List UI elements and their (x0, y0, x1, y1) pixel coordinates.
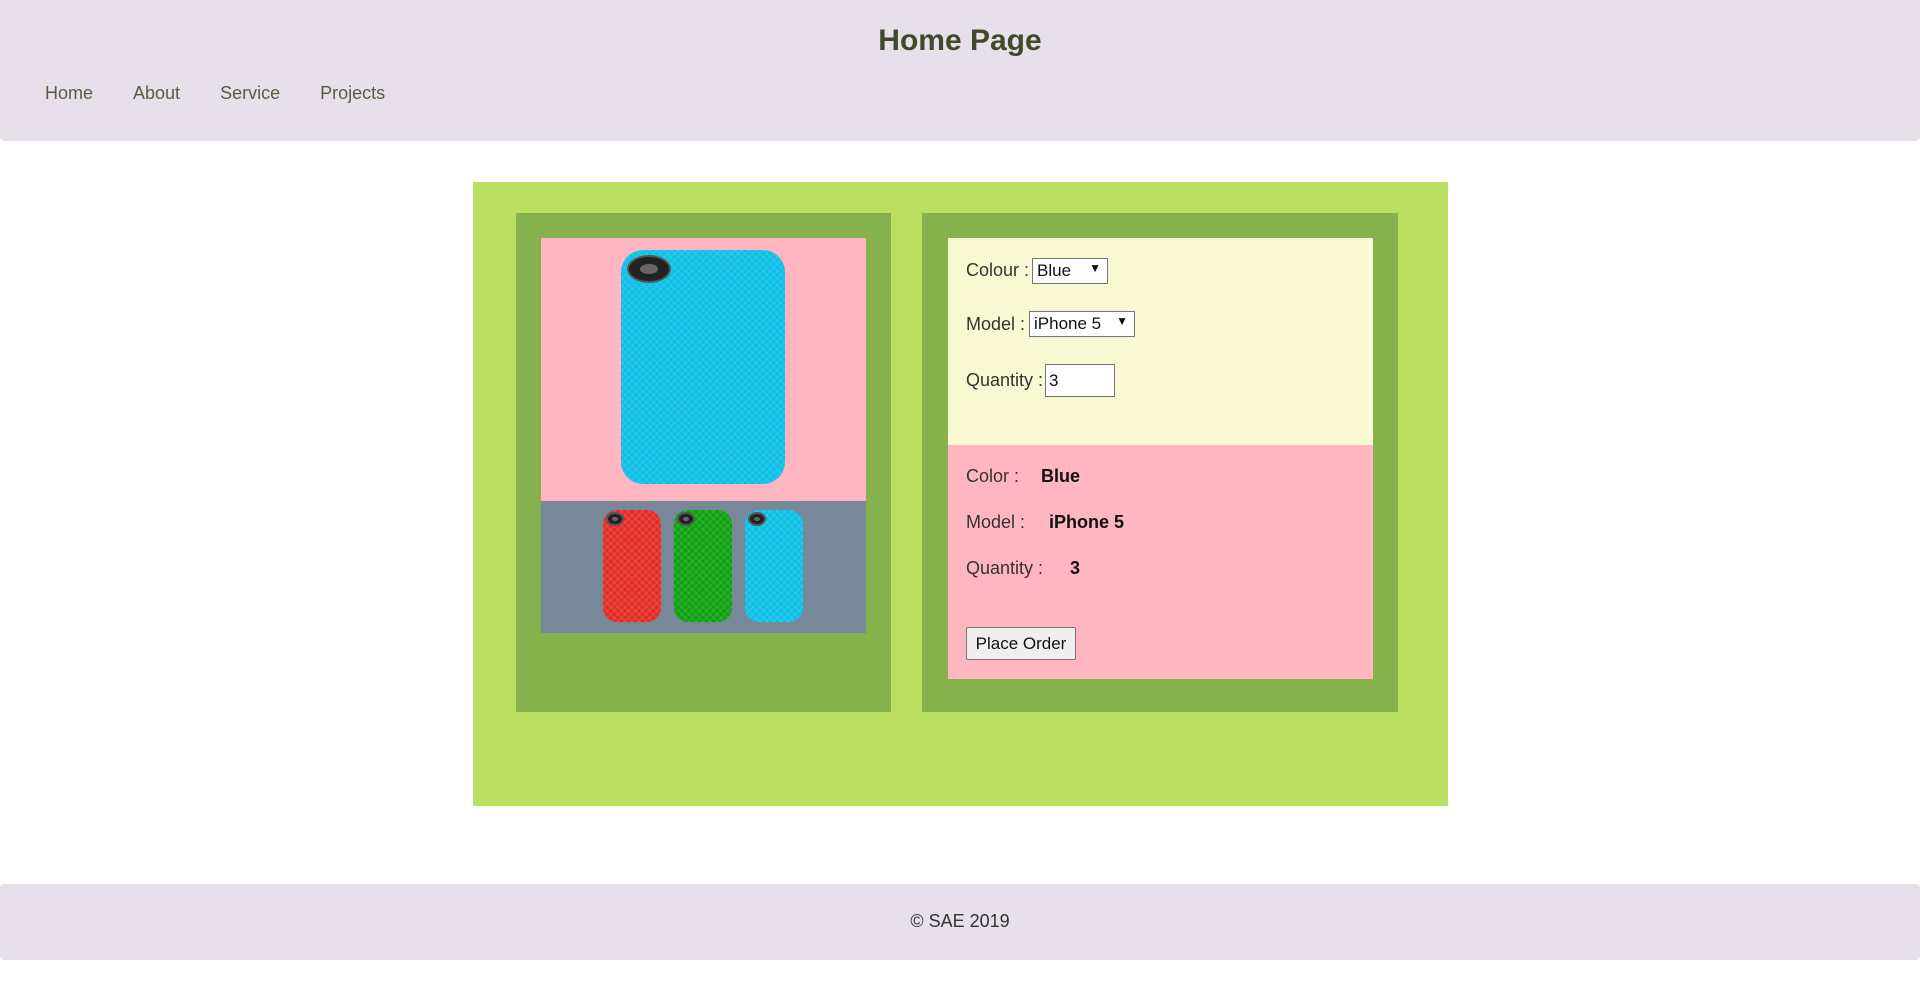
summary-quantity-label: Quantity : (966, 558, 1044, 578)
thumbnail-red[interactable] (603, 510, 661, 622)
phone-case-main-icon (621, 250, 785, 484)
summary-model-value: iPhone 5 (1049, 512, 1125, 532)
place-order-button[interactable]: Place Order (966, 627, 1076, 660)
chevron-down-icon: ▼ (1116, 314, 1128, 328)
summary-model-label: Model : (966, 512, 1026, 532)
chevron-down-icon: ▼ (1089, 261, 1101, 275)
model-select-value: iPhone 5 (1034, 314, 1102, 333)
model-select[interactable]: iPhone 5 ▼ (1029, 311, 1135, 337)
quantity-label: Quantity : (966, 370, 1044, 390)
site-footer: © SAE 2019 (0, 884, 1920, 960)
page-title: Home Page (878, 24, 1042, 57)
summary-color-label: Color : (966, 466, 1020, 486)
thumbnail-blue[interactable] (745, 510, 803, 622)
copyright-text: © SAE 2019 (910, 911, 1010, 931)
colour-select[interactable]: Blue ▼ (1032, 258, 1108, 284)
colour-select-value: Blue (1037, 261, 1072, 280)
nav-item-projects[interactable]: Projects (320, 83, 385, 104)
thumbnail-strip (541, 501, 866, 633)
model-label: Model : (966, 314, 1026, 334)
summary-color-value: Blue (1041, 466, 1081, 486)
main-nav: Home About Service Projects (45, 83, 385, 104)
thumbnail-green[interactable] (674, 510, 732, 622)
nav-item-home[interactable]: Home (45, 83, 93, 104)
summary-quantity-value: 3 (1070, 558, 1081, 578)
nav-item-about[interactable]: About (133, 83, 180, 104)
main-product-image (541, 238, 866, 501)
quantity-input[interactable] (1045, 364, 1115, 397)
nav-item-service[interactable]: Service (220, 83, 280, 104)
site-header: Home Page Home About Service Projects (0, 0, 1920, 141)
colour-label: Colour : (966, 260, 1030, 280)
